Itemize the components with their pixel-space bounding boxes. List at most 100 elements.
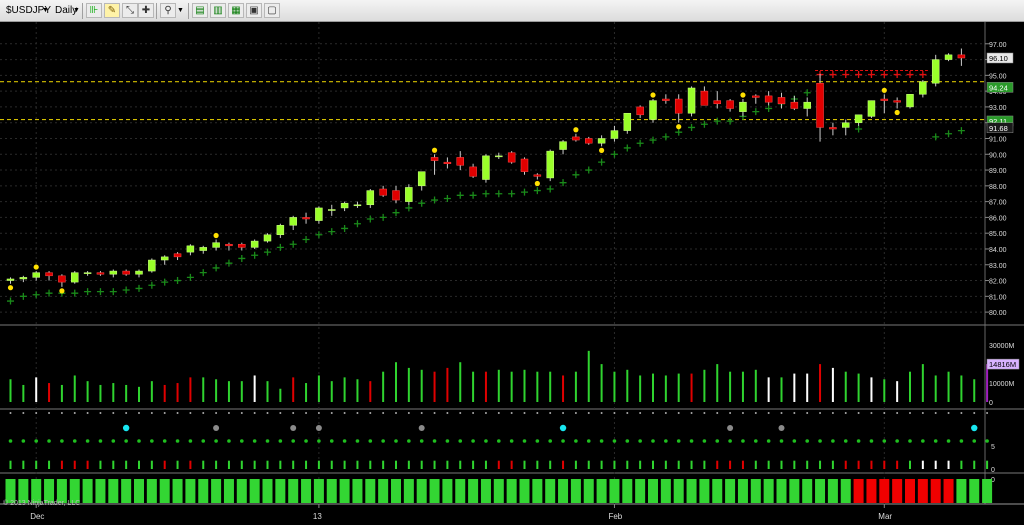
candle	[96, 272, 105, 275]
indicator-dot	[831, 439, 835, 443]
indicator-dot-top	[549, 412, 552, 414]
candle	[263, 234, 272, 242]
trend-bar	[982, 479, 993, 503]
candle	[520, 158, 529, 172]
lower-band-label: 91.68	[989, 124, 1008, 133]
indicator-dot	[972, 439, 977, 443]
upper-band-label: 94.24	[989, 83, 1008, 92]
trend-bar	[725, 479, 736, 503]
trend-bar	[660, 479, 671, 503]
trend-bar	[917, 479, 928, 503]
indicator-dot-top	[22, 412, 25, 414]
candle	[803, 101, 811, 109]
indicator-dot	[304, 439, 308, 443]
data-box-icon[interactable]: ▢	[264, 3, 280, 18]
indicators-icon[interactable]: ▥	[210, 3, 226, 18]
signal-marker	[59, 288, 65, 294]
trend-bar	[712, 479, 723, 503]
indicator-dot	[509, 439, 514, 443]
candle	[199, 247, 207, 251]
y-tick-label: 91.00	[989, 136, 1007, 143]
strategies-icon[interactable]: ▦	[228, 3, 244, 18]
trend-bar	[532, 479, 543, 503]
zoom-icon[interactable]: ⚲	[160, 3, 176, 18]
indicator-dot-top	[741, 412, 744, 414]
signal-marker	[740, 92, 746, 98]
trend-bar	[635, 479, 646, 503]
chart-background	[0, 22, 1024, 525]
indicator-dot-top	[947, 412, 950, 414]
indicator-dot-top	[973, 412, 976, 414]
indicator-dot-top	[574, 412, 577, 414]
indicator-dot	[85, 439, 90, 443]
indicator-dot	[240, 439, 244, 443]
indicator-dot-top	[138, 412, 140, 414]
trend-bar	[519, 479, 530, 503]
indicator-dot-top	[253, 412, 256, 414]
indicator-dot	[34, 439, 38, 443]
indicator-dot-top	[150, 412, 153, 414]
trend-bar	[172, 479, 183, 503]
indicator-dot	[586, 439, 591, 443]
candle	[752, 95, 760, 98]
indicator-dot	[342, 439, 347, 443]
trend-bar	[352, 479, 363, 503]
indicator-gray-dot	[727, 425, 734, 431]
indicator-dot	[715, 439, 720, 443]
trend-bar	[108, 479, 119, 503]
candle	[739, 101, 747, 112]
indicator-dot	[317, 439, 321, 443]
candle	[6, 278, 15, 281]
candle	[482, 155, 490, 180]
indicator-dot	[47, 439, 51, 443]
trend-bar	[815, 479, 826, 503]
trend-bar	[95, 479, 106, 503]
trend-bar	[391, 479, 401, 503]
indicator-dot	[137, 439, 141, 443]
signal-marker	[213, 232, 219, 239]
candle	[674, 98, 683, 114]
indicator-dot	[175, 439, 180, 443]
chart-area[interactable]: 97.0096.0095.0094.0093.0092.0091.0090.00…	[0, 22, 1024, 525]
crosshair-icon[interactable]: ✚	[138, 3, 154, 18]
templates-icon[interactable]: ▣	[246, 3, 262, 18]
candle	[328, 209, 336, 211]
candle	[893, 100, 901, 103]
properties-icon[interactable]: ▤	[192, 3, 208, 18]
indicator-dot-top	[420, 412, 423, 414]
indicator-dot	[214, 439, 218, 443]
indicator-dot	[535, 439, 540, 443]
trend-bar	[429, 479, 440, 503]
trend-bar	[185, 479, 196, 503]
indicator-dot-top	[986, 412, 989, 414]
trend-bar	[403, 479, 414, 503]
candle	[225, 243, 233, 247]
trend-bar	[879, 479, 890, 503]
candle	[572, 136, 580, 141]
indicator-dot	[278, 439, 283, 443]
trend-bar	[493, 479, 504, 503]
chevron-down-icon[interactable]: ▼	[42, 3, 49, 19]
candle	[19, 277, 28, 280]
candle	[726, 100, 734, 109]
indicator-dot-top	[112, 412, 115, 414]
chevron-down-icon[interactable]: ▼	[73, 3, 80, 19]
bar-style-icon[interactable]: ⊪	[86, 3, 102, 18]
candle	[469, 166, 477, 177]
chevron-down-icon[interactable]: ▼	[177, 3, 184, 19]
indicator-dot	[792, 439, 797, 443]
signal-marker	[599, 147, 605, 153]
indicator-dot	[162, 439, 167, 443]
candle	[302, 217, 310, 220]
draw-pencil-icon[interactable]: ✎	[104, 3, 120, 18]
y-tick-label: 97.00	[989, 42, 1007, 49]
indicator-dot-top	[870, 412, 873, 414]
indicator-dot-top	[523, 412, 526, 414]
indicator-dot	[201, 439, 206, 443]
indicator-dot-top	[613, 412, 616, 414]
draw-tools-icon[interactable]: ⤡	[122, 3, 138, 18]
indicator-dot-top	[189, 412, 192, 414]
last-price-label: 96.10	[989, 54, 1008, 63]
indicator-dot-top	[472, 412, 475, 414]
indicator-dot-top	[562, 412, 565, 414]
